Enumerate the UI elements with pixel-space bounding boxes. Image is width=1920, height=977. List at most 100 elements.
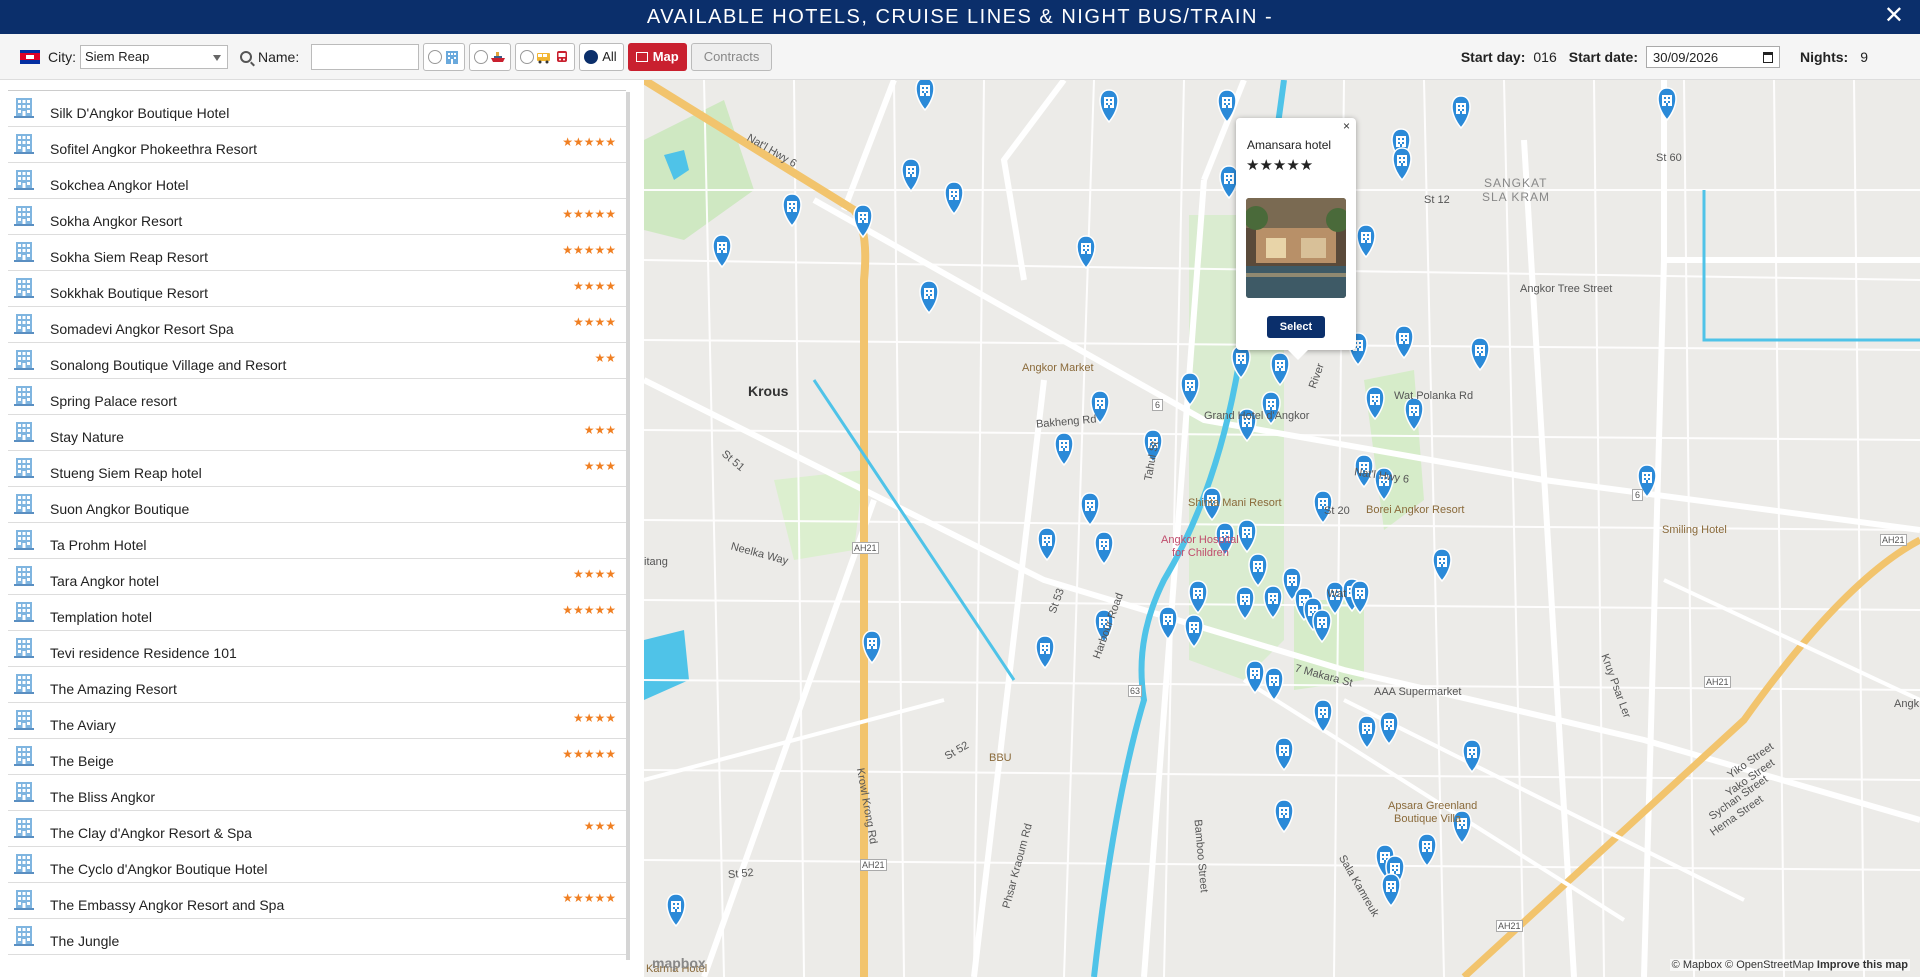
hotel-map-pin[interactable] bbox=[1274, 799, 1294, 834]
hotel-name[interactable]: The Embassy Angkor Resort and Spa bbox=[50, 897, 284, 913]
hotel-name[interactable]: Ta Prohm Hotel bbox=[50, 537, 146, 553]
hotel-name[interactable]: Suon Angkor Boutique bbox=[50, 501, 189, 517]
hotel-list-item[interactable]: Stay Nature ★★★ bbox=[8, 415, 626, 451]
hotel-list-item[interactable]: The Jungle bbox=[8, 919, 626, 955]
hotel-map-pin[interactable] bbox=[1037, 527, 1057, 562]
hotel-map-pin[interactable] bbox=[666, 893, 686, 928]
hotel-name[interactable]: The Jungle bbox=[50, 933, 119, 949]
popup-close-icon[interactable]: × bbox=[1343, 119, 1350, 133]
hotel-name[interactable]: The Bliss Angkor bbox=[50, 789, 155, 805]
hotel-map-pin[interactable] bbox=[1099, 89, 1119, 124]
hotel-filter-toggle[interactable] bbox=[423, 42, 466, 71]
calendar-icon[interactable] bbox=[1762, 51, 1773, 63]
map-label-r6: 6 bbox=[1152, 399, 1164, 411]
hotel-list-item[interactable]: The Cyclo d'Angkor Boutique Hotel bbox=[8, 847, 626, 883]
bus-train-filter-toggle[interactable] bbox=[515, 42, 576, 71]
hotel-name[interactable]: Templation hotel bbox=[50, 609, 152, 625]
hotel-map-pin[interactable] bbox=[1657, 87, 1677, 122]
hotel-list-item[interactable]: The Aviary ★★★★ bbox=[8, 703, 626, 739]
hotel-map-pin[interactable] bbox=[1381, 873, 1401, 908]
list-scrollbar[interactable] bbox=[626, 92, 630, 960]
hotel-map-pin[interactable] bbox=[944, 181, 964, 216]
close-icon[interactable]: ✕ bbox=[1884, 4, 1904, 28]
hotel-map-pin[interactable] bbox=[1356, 224, 1376, 259]
hotel-map-pin[interactable] bbox=[782, 193, 802, 228]
hotel-list-item[interactable]: Silk D'Angkor Boutique Hotel bbox=[8, 91, 626, 127]
hotel-list-item[interactable]: Tevi residence Residence 101 bbox=[8, 631, 626, 667]
hotel-list-item[interactable]: Sokha Siem Reap Resort ★★★★★ bbox=[8, 235, 626, 271]
map-button[interactable]: Map bbox=[627, 42, 687, 71]
hotel-name[interactable]: Sofitel Angkor Phokeethra Resort bbox=[50, 141, 257, 157]
hotel-name[interactable]: Sokha Siem Reap Resort bbox=[50, 249, 208, 265]
hotel-list-item[interactable]: Ta Prohm Hotel bbox=[8, 523, 626, 559]
map-view[interactable]: SANGKAT SLA KRAM St 60 St 12 Angkor Tree… bbox=[644, 80, 1920, 977]
hotel-name[interactable]: Stay Nature bbox=[50, 429, 124, 445]
hotel-list-item[interactable]: Sofitel Angkor Phokeethra Resort ★★★★★ bbox=[8, 127, 626, 163]
hotel-list-item[interactable]: Stueng Siem Reap hotel ★★★ bbox=[8, 451, 626, 487]
hotel-name[interactable]: The Beige bbox=[50, 753, 114, 769]
hotel-name[interactable]: Sokchea Angkor Hotel bbox=[50, 177, 189, 193]
hotel-name[interactable]: Spring Palace resort bbox=[50, 393, 177, 409]
hotel-list-item[interactable]: Suon Angkor Boutique bbox=[8, 487, 626, 523]
hotel-map-pin[interactable] bbox=[1094, 531, 1114, 566]
hotel-name[interactable]: The Cyclo d'Angkor Boutique Hotel bbox=[50, 861, 267, 877]
hotel-list-item[interactable]: Sokchea Angkor Hotel bbox=[8, 163, 626, 199]
hotel-map-pin[interactable] bbox=[1076, 235, 1096, 270]
hotel-name[interactable]: The Amazing Resort bbox=[50, 681, 177, 697]
hotel-list-item[interactable]: The Beige ★★★★★ bbox=[8, 739, 626, 775]
hotel-name[interactable]: Sokha Angkor Resort bbox=[50, 213, 182, 229]
hotel-name[interactable]: Sokkhak Boutique Resort bbox=[50, 285, 208, 301]
hotel-name[interactable]: The Clay d'Angkor Resort & Spa bbox=[50, 825, 252, 841]
hotel-map-pin[interactable] bbox=[919, 280, 939, 315]
all-filter-radio[interactable] bbox=[584, 49, 599, 64]
bus-train-filter-radio[interactable] bbox=[520, 49, 535, 64]
hotel-map-pin[interactable] bbox=[1274, 737, 1294, 772]
hotel-name[interactable]: Sonalong Boutique Village and Resort bbox=[50, 357, 286, 373]
hotel-map-pin[interactable] bbox=[1451, 95, 1471, 130]
hotel-list-item[interactable]: The Amazing Resort bbox=[8, 667, 626, 703]
hotel-map-pin[interactable] bbox=[1392, 147, 1412, 182]
hotel-list-item[interactable]: Tara Angkor hotel ★★★★ bbox=[8, 559, 626, 595]
hotel-filter-radio[interactable] bbox=[428, 49, 443, 64]
cruise-filter-toggle[interactable] bbox=[469, 42, 512, 71]
hotel-map-pin[interactable] bbox=[1245, 660, 1265, 695]
hotel-map-pin[interactable] bbox=[1357, 715, 1377, 750]
hotel-map-pin[interactable] bbox=[1035, 635, 1055, 670]
hotel-list-item[interactable]: Sokkhak Boutique Resort ★★★★ bbox=[8, 271, 626, 307]
hotel-name[interactable]: Silk D'Angkor Boutique Hotel bbox=[50, 105, 229, 121]
hotel-name[interactable]: Tara Angkor hotel bbox=[50, 573, 159, 589]
hotel-map-pin[interactable] bbox=[1158, 606, 1178, 641]
city-select[interactable]: Siem Reap bbox=[80, 44, 228, 69]
hotel-map-pin[interactable] bbox=[1379, 711, 1399, 746]
hotel-map-pin[interactable] bbox=[1080, 492, 1100, 527]
hotel-map-pin[interactable] bbox=[1394, 325, 1414, 360]
hotel-name[interactable]: Somadevi Angkor Resort Spa bbox=[50, 321, 234, 337]
improve-map-link[interactable]: Improve this map bbox=[1817, 959, 1908, 971]
hotel-list-item[interactable]: Sokha Angkor Resort ★★★★★ bbox=[8, 199, 626, 235]
hotel-list-item[interactable]: Spring Palace resort bbox=[8, 379, 626, 415]
hotel-list-item[interactable]: The Clay d'Angkor Resort & Spa ★★★ bbox=[8, 811, 626, 847]
cruise-filter-radio[interactable] bbox=[474, 49, 489, 64]
hotel-list-item[interactable]: The Bliss Angkor bbox=[8, 775, 626, 811]
contracts-button[interactable]: Contracts bbox=[690, 42, 773, 71]
hotel-name[interactable]: The Aviary bbox=[50, 717, 116, 733]
name-search-input[interactable] bbox=[311, 43, 420, 70]
hotel-map-pin[interactable] bbox=[1217, 89, 1237, 124]
hotel-map-pin[interactable] bbox=[901, 158, 921, 193]
hotel-map-pin[interactable] bbox=[1470, 337, 1490, 372]
hotel-list-item[interactable]: Templation hotel ★★★★★ bbox=[8, 595, 626, 631]
hotel-list-item[interactable]: Somadevi Angkor Resort Spa ★★★★ bbox=[8, 307, 626, 343]
popup-select-button[interactable]: Select bbox=[1267, 316, 1325, 338]
start-date-input[interactable]: 30/09/2026 bbox=[1645, 46, 1780, 68]
all-filter-toggle[interactable]: All bbox=[579, 42, 624, 71]
hotel-name[interactable]: Stueng Siem Reap hotel bbox=[50, 465, 202, 481]
hotel-list-item[interactable]: Sonalong Boutique Village and Resort ★★ bbox=[8, 343, 626, 379]
attribution-mapbox[interactable]: © Mapbox bbox=[1672, 959, 1722, 971]
hotel-map-pin[interactable] bbox=[915, 80, 935, 112]
hotel-name[interactable]: Tevi residence Residence 101 bbox=[50, 645, 237, 661]
attribution-osm[interactable]: © OpenStreetMap bbox=[1725, 959, 1814, 971]
hotel-map-pin[interactable] bbox=[1054, 432, 1074, 467]
hotel-list-item[interactable]: The Embassy Angkor Resort and Spa ★★★★★ bbox=[8, 883, 626, 919]
hotel-map-pin[interactable] bbox=[1417, 833, 1437, 868]
mapbox-logo[interactable]: mapbox bbox=[652, 955, 706, 971]
